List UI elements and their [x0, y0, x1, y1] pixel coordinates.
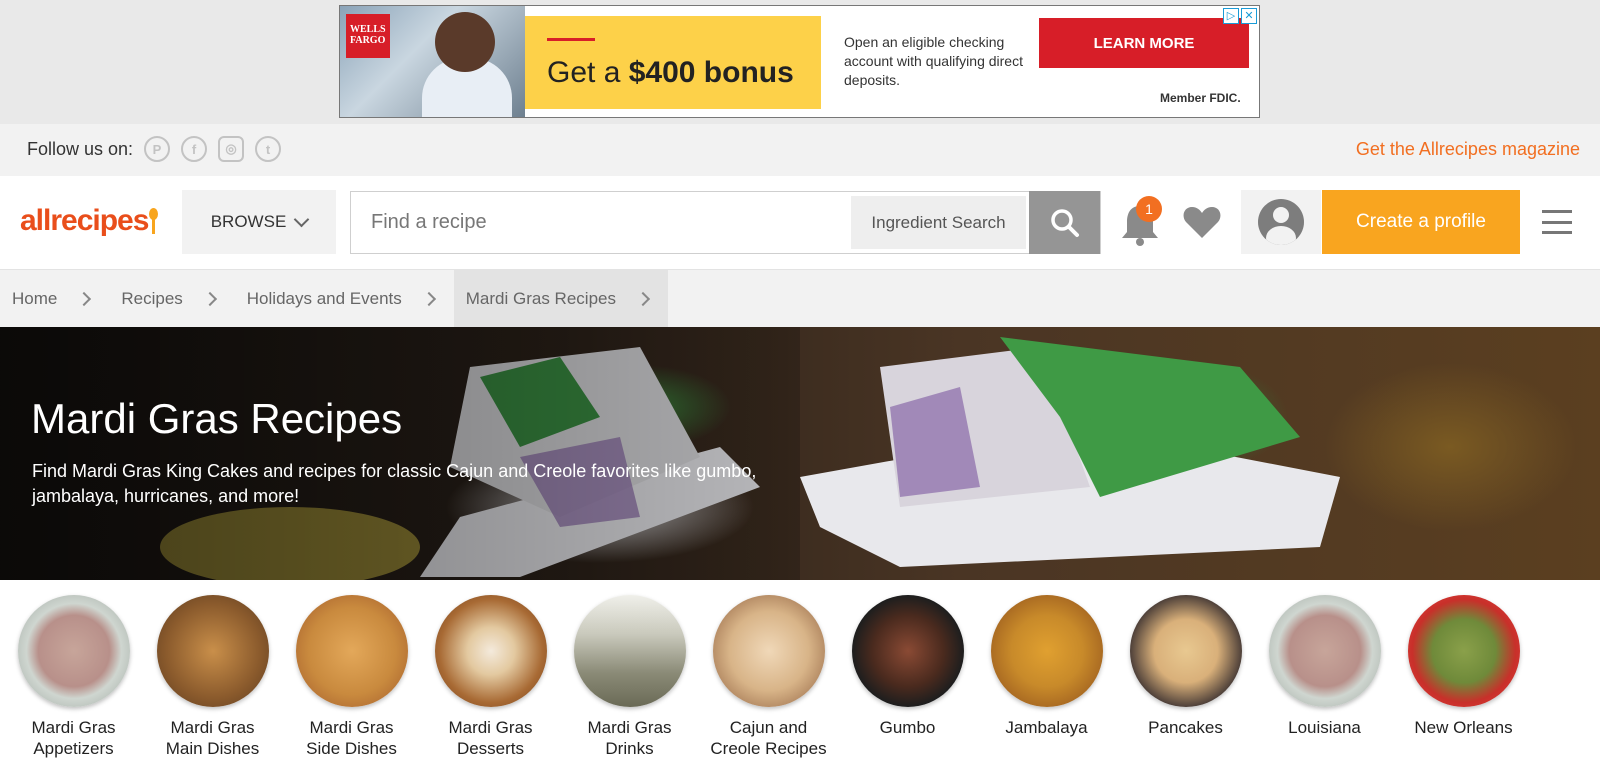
facebook-icon[interactable]: f — [181, 136, 207, 162]
category-mardi-gras-appetizers[interactable]: Mardi Gras Appetizers — [4, 595, 143, 759]
browse-label: BROWSE — [210, 212, 287, 231]
search-input[interactable] — [351, 192, 841, 253]
social-bar: Follow us on: P f ◎ t Get the Allrecipes… — [0, 124, 1600, 176]
category-thumbnail — [990, 595, 1103, 707]
category-label: New Orleans — [1414, 718, 1513, 737]
category-thumbnail — [17, 595, 130, 707]
create-profile-button[interactable]: Create a profile — [1322, 190, 1520, 254]
chevron-right-icon — [77, 291, 92, 306]
breadcrumb-item-holidays-and-events[interactable]: Holidays and Events — [235, 270, 454, 327]
category-thumbnail — [295, 595, 408, 707]
ad-accent-line — [547, 38, 595, 41]
category-thumbnail — [434, 595, 547, 707]
category-mardi-gras-main-dishes[interactable]: Mardi Gras Main Dishes — [143, 595, 282, 759]
category-mardi-gras-drinks[interactable]: Mardi Gras Drinks — [560, 595, 699, 759]
breadcrumb-item-mardi-gras-recipes[interactable]: Mardi Gras Recipes — [453, 270, 668, 327]
chevron-right-icon — [202, 291, 217, 306]
category-thumbnail — [573, 595, 686, 707]
magazine-link[interactable]: Get the Allrecipes magazine — [1356, 139, 1580, 160]
chevron-right-icon — [635, 291, 651, 306]
category-label: Mardi Gras Drinks — [587, 718, 672, 758]
browse-button[interactable]: BROWSE — [182, 190, 336, 254]
instagram-icon[interactable]: ◎ — [218, 136, 244, 162]
chevron-right-icon — [421, 291, 436, 306]
category-pancakes[interactable]: Pancakes — [1116, 595, 1255, 738]
category-mardi-gras-desserts[interactable]: Mardi Gras Desserts — [421, 595, 560, 759]
ad-strip: WELLS FARGO Get a $400 bonus Open an eli… — [0, 0, 1600, 124]
category-label: Cajun and Creole Recipes — [710, 718, 827, 758]
category-thumbnail — [156, 595, 269, 707]
spoon-icon — [149, 208, 159, 234]
search-button[interactable] — [1029, 191, 1100, 254]
page-description: Find Mardi Gras King Cakes and recipes f… — [32, 461, 757, 506]
category-label: Gumbo — [879, 718, 936, 737]
breadcrumb: Home Recipes Holidays and Events Mardi G… — [0, 270, 1600, 327]
category-mardi-gras-side-dishes[interactable]: Mardi Gras Side Dishes — [282, 595, 421, 759]
category-thumbnail — [1268, 595, 1381, 707]
category-gumbo[interactable]: Gumbo — [838, 595, 977, 738]
category-thumbnail — [851, 595, 964, 707]
breadcrumb-label: Recipes — [121, 288, 183, 308]
search-icon — [1050, 208, 1079, 237]
category-label: Pancakes — [1148, 718, 1223, 737]
category-thumbnail — [1129, 595, 1242, 707]
category-label: Mardi Gras Side Dishes — [306, 718, 397, 758]
close-ad-icon[interactable]: ✕ — [1241, 8, 1257, 24]
hero-banner: Mardi Gras Recipes Find Mardi Gras King … — [0, 327, 1600, 580]
follow-us-label: Follow us on: — [27, 139, 134, 159]
heart-icon — [1183, 207, 1221, 238]
ad-headline: Get a $400 bonus — [547, 56, 794, 90]
ad-copy: Open an eligible checking account with q… — [844, 34, 1023, 88]
ad-fdic-note: Member FDIC. — [1160, 91, 1241, 105]
pinterest-icon[interactable]: P — [144, 136, 170, 162]
ad-offer-panel: Get a $400 bonus — [525, 16, 821, 109]
ad-headline-prefix: Get a — [547, 56, 629, 89]
profile-button[interactable] — [1241, 190, 1321, 254]
allrecipes-logo[interactable]: allrecipes — [20, 204, 159, 238]
logo-text: allrecipes — [20, 204, 149, 237]
page-title: Mardi Gras Recipes — [31, 395, 403, 442]
search-box: Ingredient Search — [350, 191, 1101, 254]
category-label: Louisiana — [1288, 718, 1361, 737]
breadcrumb-label: Holidays and Events — [246, 288, 402, 308]
category-thumbnail — [1407, 595, 1520, 707]
site-header: allrecipes BROWSE Ingredient Search Crea… — [0, 176, 1600, 270]
category-new-orleans[interactable]: New Orleans — [1394, 595, 1533, 738]
notification-badge: 1 — [1136, 196, 1162, 222]
hamburger-menu-icon[interactable] — [1542, 210, 1572, 234]
category-carousel: Mardi Gras Appetizers Mardi Gras Main Dish… — [0, 580, 1600, 768]
category-label: Mardi Gras Desserts — [448, 718, 533, 758]
ad-learn-more-button[interactable]: LEARN MORE — [1039, 18, 1249, 68]
breadcrumb-label: Mardi Gras Recipes — [465, 288, 616, 308]
twitter-icon[interactable]: t — [255, 136, 281, 162]
favorites-button[interactable] — [1182, 204, 1222, 245]
avatar-icon — [1258, 199, 1304, 245]
adchoices-icon[interactable]: ▷ — [1223, 8, 1239, 24]
category-cajun-and-creole-recipes[interactable]: Cajun and Creole Recipes — [699, 595, 838, 759]
ad-brand-logo: WELLS FARGO — [346, 14, 390, 58]
category-louisiana[interactable]: Louisiana — [1255, 595, 1394, 738]
breadcrumb-item-home[interactable]: Home — [0, 270, 109, 327]
category-label: Mardi Gras Appetizers — [31, 718, 116, 758]
breadcrumb-item-recipes[interactable]: Recipes — [109, 270, 234, 327]
advertisement-banner[interactable]: WELLS FARGO Get a $400 bonus Open an eli… — [339, 5, 1260, 118]
ad-headline-amount: $400 bonus — [628, 56, 794, 89]
category-jambalaya[interactable]: Jambalaya — [977, 595, 1116, 738]
category-thumbnail — [712, 595, 825, 707]
category-label: Mardi Gras Main Dishes — [165, 718, 260, 758]
ingredient-search-button[interactable]: Ingredient Search — [851, 196, 1026, 249]
ad-choices: ▷ ✕ — [1223, 8, 1257, 24]
ad-photo: WELLS FARGO — [340, 6, 525, 117]
breadcrumb-label: Home — [12, 288, 58, 308]
category-label: Jambalaya — [1005, 718, 1088, 737]
hero-shade — [0, 327, 800, 580]
social-icons: P f ◎ t — [144, 136, 281, 162]
ad-person-head — [435, 12, 495, 72]
chevron-down-icon — [294, 211, 310, 227]
